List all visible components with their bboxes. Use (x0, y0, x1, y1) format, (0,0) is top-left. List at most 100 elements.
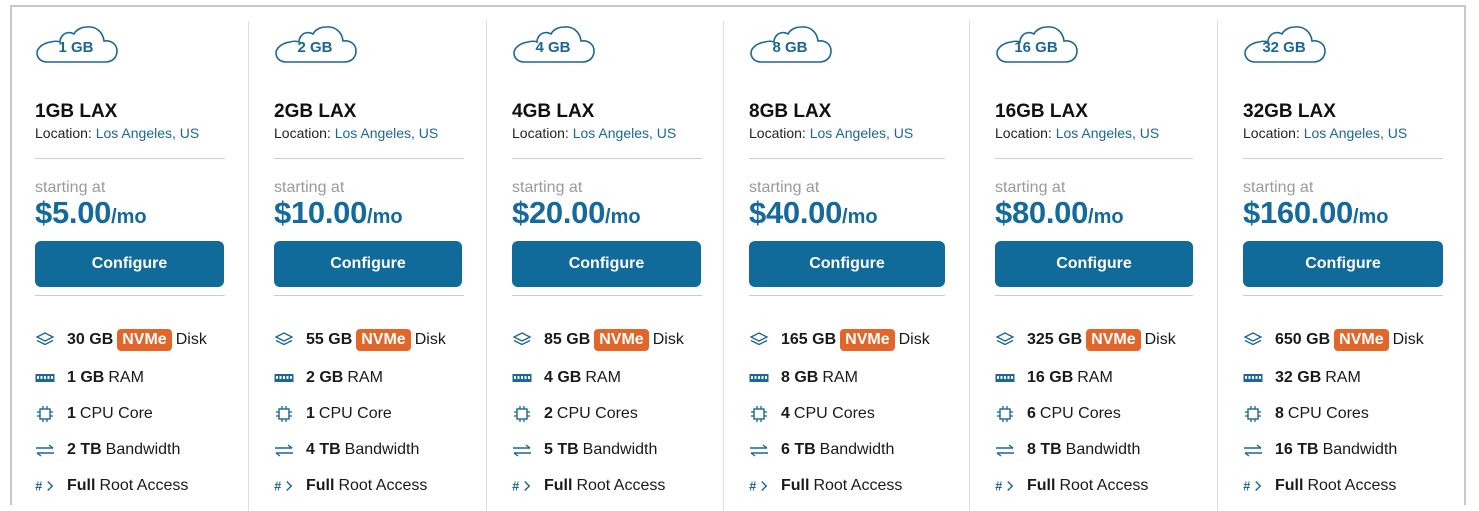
feature-root-access: # Full Root Access (995, 477, 1148, 495)
nvme-badge: NVMe (594, 329, 649, 351)
bandwidth-amount: 16 TB (1275, 441, 1319, 458)
configure-button[interactable]: Configure (1243, 241, 1443, 287)
plan-price: $40.00/mo (749, 195, 878, 231)
memory-icon (512, 369, 532, 387)
memory-icon (274, 369, 294, 387)
price-amount: $40.00 (749, 195, 843, 230)
feature-ram: 8 GB RAM (749, 369, 858, 387)
divider (749, 295, 945, 296)
nvme-badge: NVMe (1334, 329, 1389, 351)
location-label: Location: (35, 125, 92, 141)
feature-root-access: # Full Root Access (35, 477, 188, 495)
nvme-badge: NVMe (117, 329, 172, 351)
cpu-chip-icon (274, 405, 294, 423)
configure-button[interactable]: Configure (274, 241, 462, 287)
configure-button[interactable]: Configure (512, 241, 701, 287)
cpu-count: 4 (781, 405, 790, 422)
transfer-arrows-icon (274, 441, 294, 459)
plan-card: 4 GB 4GB LAX Location: Los Angeles, US s… (486, 21, 723, 511)
bandwidth-label: Bandwidth (1065, 441, 1141, 458)
bandwidth-label: Bandwidth (819, 441, 895, 458)
cpu-label: CPU Cores (793, 405, 875, 422)
bandwidth-amount: 6 TB (781, 441, 816, 458)
scrollbar[interactable] (1456, 7, 1464, 505)
divider (35, 158, 225, 159)
terminal-icon: # (995, 477, 1015, 495)
plan-size-tag: 1 GB (58, 39, 94, 56)
feature-disk: 30 GB NVMe Disk (35, 329, 207, 351)
disk-size: 85 GB (544, 331, 591, 348)
bandwidth-amount: 5 TB (544, 441, 579, 458)
transfer-arrows-icon (995, 441, 1015, 459)
disk-size: 165 GB (781, 331, 837, 348)
disk-label: Disk (1392, 331, 1424, 348)
location-link[interactable]: Los Angeles, US (573, 125, 677, 141)
feature-ram: 32 GB RAM (1243, 369, 1361, 387)
ram-label: RAM (347, 369, 383, 386)
cpu-count: 8 (1275, 405, 1284, 422)
plan-card: 2 GB 2GB LAX Location: Los Angeles, US s… (248, 21, 486, 511)
plan-card: 1 GB 1GB LAX Location: Los Angeles, US s… (12, 21, 248, 511)
layers-icon (512, 331, 532, 349)
location-link[interactable]: Los Angeles, US (1056, 125, 1160, 141)
root-level: Full (67, 477, 96, 494)
plan-cards: 1 GB 1GB LAX Location: Los Angeles, US s… (12, 7, 1464, 511)
cloud-icon: 32 GB (1243, 21, 1327, 65)
disk-size: 650 GB (1275, 331, 1331, 348)
disk-size: 30 GB (67, 331, 114, 348)
plan-size-tag: 4 GB (535, 39, 571, 56)
price-period: /mo (842, 206, 878, 228)
configure-button[interactable]: Configure (749, 241, 945, 287)
cloud-icon: 8 GB (749, 21, 833, 65)
cpu-count: 1 (306, 405, 315, 422)
plan-location: Location: Los Angeles, US (749, 125, 913, 141)
layers-icon (35, 331, 55, 349)
plan-title: 4GB LAX (512, 101, 595, 122)
svg-text:#: # (274, 479, 282, 494)
location-link[interactable]: Los Angeles, US (810, 125, 914, 141)
location-link[interactable]: Los Angeles, US (1304, 125, 1408, 141)
location-link[interactable]: Los Angeles, US (96, 125, 200, 141)
location-link[interactable]: Los Angeles, US (335, 125, 439, 141)
ram-size: 4 GB (544, 369, 582, 386)
cpu-label: CPU Cores (1039, 405, 1121, 422)
cloud-icon: 2 GB (274, 21, 358, 65)
cloud-icon: 1 GB (35, 21, 119, 65)
cpu-label: CPU Cores (1287, 405, 1369, 422)
ram-label: RAM (108, 369, 144, 386)
svg-text:#: # (749, 479, 757, 494)
plan-card: 8 GB 8GB LAX Location: Los Angeles, US s… (723, 21, 969, 511)
root-label: Root Access (1307, 477, 1397, 494)
bandwidth-amount: 2 TB (67, 441, 102, 458)
feature-root-access: # Full Root Access (512, 477, 665, 495)
configure-button[interactable]: Configure (35, 241, 224, 287)
divider (1243, 158, 1443, 159)
feature-bandwidth: 4 TB Bandwidth (274, 441, 419, 459)
plan-size-tag: 8 GB (772, 39, 808, 56)
terminal-icon: # (274, 477, 294, 495)
feature-disk: 165 GB NVMe Disk (749, 329, 930, 351)
location-label: Location: (749, 125, 806, 141)
feature-cpu: 2 CPU Cores (512, 405, 638, 423)
price-period: /mo (605, 206, 641, 228)
disk-label: Disk (1144, 331, 1176, 348)
divider (749, 158, 945, 159)
root-label: Root Access (576, 477, 666, 494)
transfer-arrows-icon (512, 441, 532, 459)
ram-label: RAM (1077, 369, 1113, 386)
bandwidth-amount: 8 TB (1027, 441, 1062, 458)
cloud-icon: 16 GB (995, 21, 1079, 65)
svg-text:#: # (512, 479, 520, 494)
price-amount: $20.00 (512, 195, 606, 230)
memory-icon (995, 369, 1015, 387)
ram-label: RAM (585, 369, 621, 386)
feature-ram: 16 GB RAM (995, 369, 1113, 387)
configure-button[interactable]: Configure (995, 241, 1193, 287)
bandwidth-amount: 4 TB (306, 441, 341, 458)
ram-size: 2 GB (306, 369, 344, 386)
divider (995, 158, 1193, 159)
memory-icon (749, 369, 769, 387)
ram-size: 16 GB (1027, 369, 1074, 386)
divider (274, 295, 464, 296)
ram-size: 1 GB (67, 369, 105, 386)
